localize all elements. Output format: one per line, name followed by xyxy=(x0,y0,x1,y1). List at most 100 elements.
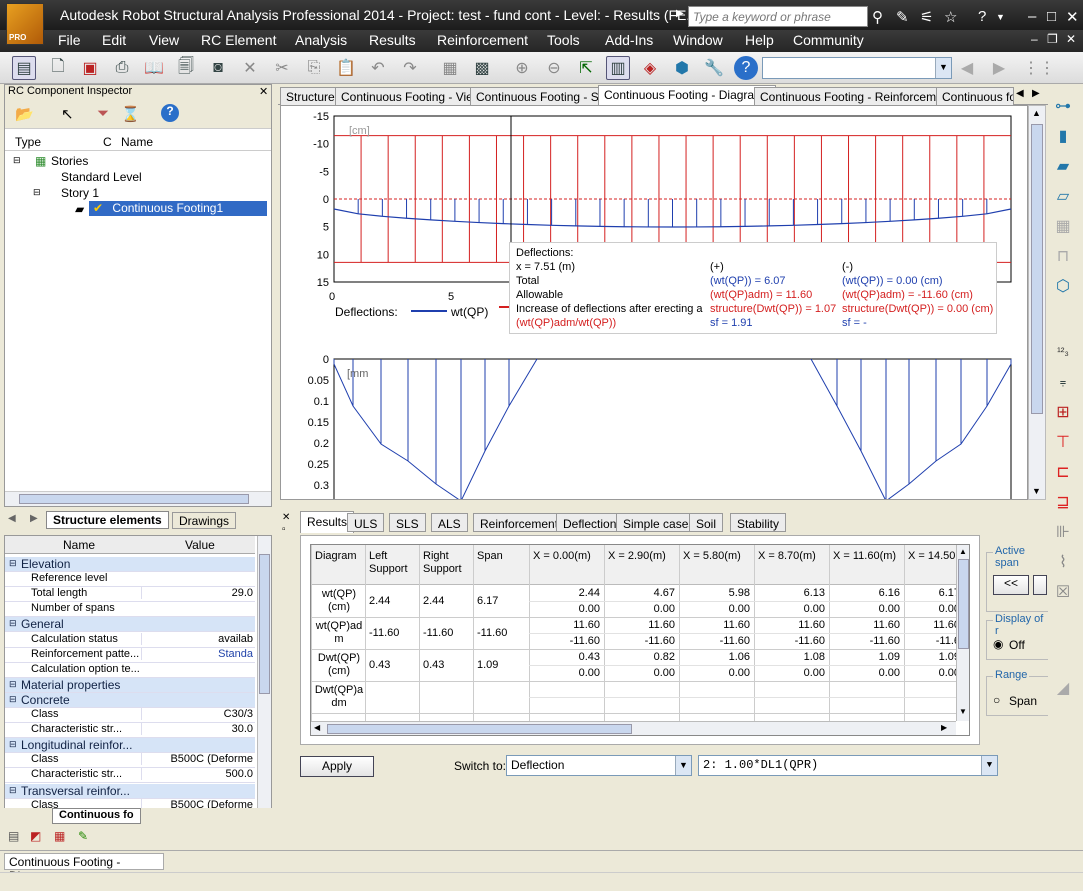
tab-stability[interactable]: Stability xyxy=(730,513,787,532)
help-icon[interactable]: ? xyxy=(978,8,986,25)
collapse-icon[interactable]: ⊟ xyxy=(9,558,17,569)
menu-view[interactable]: View xyxy=(149,32,179,48)
combination-select[interactable]: 2: 1.00*DL1(QPR) ▼ xyxy=(698,755,998,776)
scroll-thumb[interactable] xyxy=(19,494,249,504)
zoom-all-icon[interactable]: ⊖ xyxy=(542,56,566,80)
tab-als[interactable]: ALS xyxy=(431,513,468,532)
forward-arrow-icon[interactable]: ▶ xyxy=(987,56,1011,80)
menu-help[interactable]: Help xyxy=(745,32,774,48)
new-file-icon[interactable]: 🗋 xyxy=(46,56,70,80)
radio-off-icon[interactable]: ◉ xyxy=(993,637,1003,651)
doc-minimize-icon[interactable]: – xyxy=(1031,32,1038,46)
load-icon[interactable]: ⊞ xyxy=(1051,400,1075,424)
layout-icon[interactable]: ◩ xyxy=(30,829,41,843)
prop-category[interactable]: ⊟ Transversal reinfor... xyxy=(5,783,255,799)
table-icon[interactable]: ▦ xyxy=(54,829,65,843)
expand-arrow-icon[interactable]: ▶ xyxy=(676,8,684,19)
copy-icon[interactable]: ⎘ xyxy=(302,56,326,80)
maximize-icon[interactable]: □ xyxy=(1047,8,1056,25)
diagram-vertical-scrollbar[interactable]: ▲ ▼ xyxy=(1028,105,1046,500)
print-preview-icon[interactable]: 🗐 xyxy=(174,56,198,80)
app-logo[interactable]: PRO xyxy=(6,3,44,45)
wrench-icon[interactable]: ✎ xyxy=(896,8,909,26)
minimize-icon[interactable]: – xyxy=(1028,8,1036,25)
col-type[interactable]: Type xyxy=(15,135,41,149)
collapse-icon[interactable]: ⊟ xyxy=(9,679,17,690)
save-icon[interactable]: ▣ xyxy=(78,56,102,80)
delete-icon[interactable]: ✕ xyxy=(238,56,262,80)
menu-analysis[interactable]: Analysis xyxy=(295,32,347,48)
tab-footing-soil[interactable]: Continuous Footing - Soil xyxy=(470,87,617,105)
star-icon[interactable]: ☆ xyxy=(944,8,957,26)
bracing-icon[interactable]: ☒ xyxy=(1051,580,1075,604)
col-c[interactable]: C xyxy=(103,135,112,149)
menu-rc-element[interactable]: RC Element xyxy=(201,32,276,48)
collapse-icon[interactable]: ⊟ xyxy=(13,155,21,166)
scroll-thumb[interactable] xyxy=(958,559,969,649)
toolbar-combo[interactable]: ▼ xyxy=(762,57,952,79)
prop-row[interactable]: Class C30/3 xyxy=(5,708,255,723)
collapse-icon[interactable]: ⊟ xyxy=(9,694,17,705)
wall-icon[interactable]: ▦ xyxy=(1051,214,1075,238)
tab-sls[interactable]: SLS xyxy=(389,513,426,532)
redo-icon[interactable]: ↷ xyxy=(398,56,422,80)
tab-scroll-left-icon[interactable]: ◀ xyxy=(1016,88,1024,99)
table-vertical-scrollbar[interactable]: ▲ ▼ xyxy=(956,545,969,721)
filter-icon[interactable]: ⏷ xyxy=(97,105,109,122)
prop-row[interactable]: Reference level xyxy=(5,572,255,588)
satellite-icon[interactable]: ⚟ xyxy=(920,8,933,26)
pin-panel-icon[interactable]: ▫ xyxy=(282,524,286,535)
tab-footing-diagrams[interactable]: Continuous Footing - Diagrams xyxy=(598,85,777,106)
col-name[interactable]: Name xyxy=(121,135,153,149)
search-input[interactable]: Type a keyword or phrase xyxy=(688,6,868,27)
collapse-icon[interactable]: ⊟ xyxy=(33,187,41,198)
zoom-window-icon[interactable]: ⊕ xyxy=(510,56,534,80)
scroll-right-icon[interactable]: ▶ xyxy=(941,723,947,732)
folder-icon[interactable]: 📂 xyxy=(15,105,34,123)
prop-row[interactable]: Characteristic str... 500.0 xyxy=(5,768,255,784)
diagram-canvas[interactable]: -15 -10 -5 0 5 10 15 [cm] 0 5 Deflections: wt(… xyxy=(280,105,1028,500)
tab-continuous-footing[interactable]: Continuous fo xyxy=(52,808,141,824)
menu-window[interactable]: Window xyxy=(673,32,723,48)
cut-icon[interactable]: ✂ xyxy=(270,56,294,80)
prop-row[interactable]: Total length 29.0 xyxy=(5,587,255,603)
help-icon[interactable]: ? xyxy=(161,104,179,122)
pointer-icon[interactable]: ↖ xyxy=(61,105,74,123)
prop-row[interactable]: Calculation option te... xyxy=(5,663,255,678)
prop-row[interactable]: Number of spans xyxy=(5,602,255,618)
scroll-thumb[interactable] xyxy=(1031,124,1043,414)
tab-soil[interactable]: Soil xyxy=(689,513,724,532)
back-arrow-icon[interactable]: ◀ xyxy=(955,56,979,80)
dropdown-arrow-icon[interactable]: ▼ xyxy=(996,12,1005,22)
toolbar-grip-icon[interactable]: ⋮⋮ xyxy=(1023,56,1055,80)
menu-add-ins[interactable]: Add-Ins xyxy=(605,32,653,48)
collapse-icon[interactable]: ⊟ xyxy=(9,618,17,629)
switch-to-select[interactable]: Deflection ▼ xyxy=(506,755,692,776)
stairs-icon[interactable]: ⊓ xyxy=(1051,244,1075,268)
scroll-thumb[interactable] xyxy=(259,554,270,694)
clear-filter-icon[interactable]: ⌛ xyxy=(121,105,140,123)
paste-icon[interactable]: 📋 xyxy=(334,56,358,80)
tab-results[interactable]: Results xyxy=(300,511,355,533)
tree-item-stories[interactable]: Stories xyxy=(51,154,88,168)
scroll-down-icon[interactable]: ▼ xyxy=(1032,486,1041,496)
horizontal-scrollbar[interactable] xyxy=(5,491,271,506)
screen-capture-icon[interactable]: ◙ xyxy=(206,56,230,80)
menu-tools[interactable]: Tools xyxy=(547,32,580,48)
menu-edit[interactable]: Edit xyxy=(102,32,126,48)
radio-span-icon[interactable]: ○ xyxy=(993,693,1000,707)
calculator-icon[interactable]: ▩ xyxy=(470,56,494,80)
collapse-icon[interactable]: ⊟ xyxy=(9,785,17,796)
scroll-down-icon[interactable]: ▼ xyxy=(959,707,967,716)
tree-item-story-1[interactable]: Story 1 xyxy=(61,186,99,200)
prop-category[interactable]: ⊟ General xyxy=(5,617,255,633)
collapse-icon[interactable]: ⊟ xyxy=(9,739,17,750)
next-span-button[interactable] xyxy=(1033,575,1047,595)
scroll-thumb[interactable] xyxy=(327,724,632,734)
tab-reinforcement[interactable]: Reinforcement xyxy=(473,513,566,532)
prop-row[interactable]: Calculation status availab xyxy=(5,632,255,648)
support-icon[interactable]: ⊤ xyxy=(1051,430,1075,454)
release-icon[interactable]: ⊒ xyxy=(1051,490,1075,514)
tree-item-continuous-footing[interactable]: ✔ Continuous Footing1 xyxy=(89,201,267,216)
prop-row[interactable]: Class B500C (Deforme xyxy=(5,753,255,769)
